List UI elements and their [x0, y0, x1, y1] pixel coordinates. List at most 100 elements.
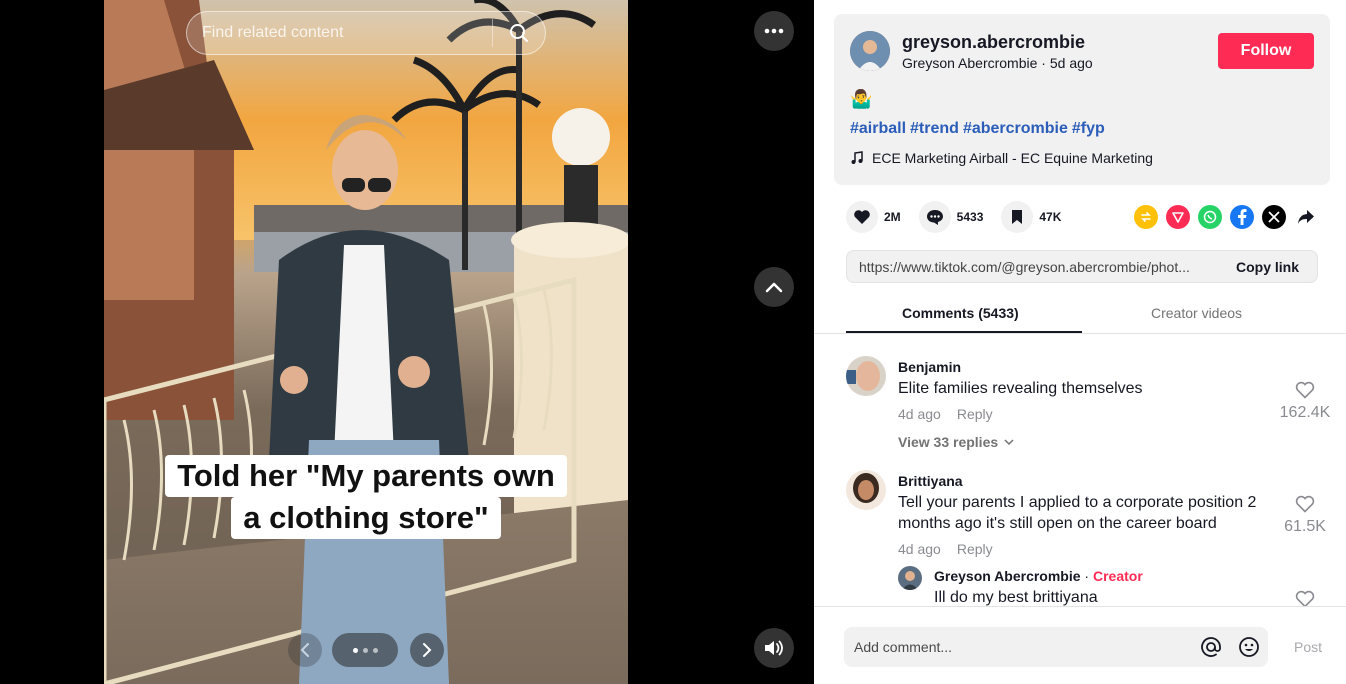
carousel-dot[interactable] — [362, 647, 368, 653]
reply-button[interactable]: Reply — [957, 541, 993, 557]
carousel-dot[interactable] — [352, 647, 358, 653]
heart-outline-icon — [1295, 381, 1315, 399]
commenter-avatar-image — [846, 356, 886, 396]
save-action[interactable]: 47K — [1001, 201, 1061, 233]
tab-comments[interactable]: Comments (5433) — [902, 305, 1019, 321]
emoji-icon — [1239, 637, 1259, 657]
share-row — [1134, 205, 1318, 229]
view-replies-button[interactable]: View 33 replies — [898, 434, 1014, 450]
post-photo[interactable] — [104, 0, 628, 684]
author-username[interactable]: greyson.abercrombie — [902, 32, 1085, 53]
repost-icon[interactable] — [1134, 205, 1158, 229]
comment-list[interactable]: Benjamin Elite families revealing themse… — [814, 335, 1346, 606]
reply-separator: · — [1080, 568, 1093, 584]
author-display-name: Greyson Abercrombie — [902, 55, 1038, 71]
comment-like-count: 162.4K — [1279, 404, 1331, 421]
commenter-avatar[interactable] — [846, 356, 886, 396]
copy-link-button[interactable]: Copy link — [1218, 259, 1317, 275]
heart-icon — [854, 210, 870, 224]
music-link[interactable]: ECE Marketing Airball - EC Equine Market… — [850, 150, 1153, 166]
reply-avatar-image — [898, 566, 922, 590]
tab-creator-videos[interactable]: Creator videos — [1151, 305, 1242, 321]
comment-text: Tell your parents I applied to a corpora… — [898, 494, 1257, 532]
whatsapp-glyph — [1203, 210, 1217, 224]
save-count: 47K — [1039, 210, 1062, 224]
chevron-left-icon — [300, 643, 309, 657]
hashtag-link[interactable]: #trend — [910, 120, 959, 137]
music-title: ECE Marketing Airball - EC Equine Market… — [872, 150, 1153, 166]
subline-separator: · — [1037, 55, 1050, 71]
heart-outline-icon — [1295, 590, 1315, 606]
like-count: 2M — [884, 210, 901, 224]
heart-outline-icon — [1295, 495, 1315, 513]
facebook-glyph — [1238, 209, 1247, 225]
comment-meta: 4d ago Reply — [898, 406, 993, 422]
comment-time: 4d ago — [898, 406, 941, 422]
more-options-button[interactable] — [754, 11, 794, 51]
author-avatar[interactable] — [850, 31, 890, 71]
search-bar[interactable]: Find related content — [186, 11, 546, 55]
tiktok-share-icon[interactable] — [1166, 205, 1190, 229]
search-input[interactable]: Find related content — [187, 24, 492, 42]
reply-button[interactable]: Reply — [957, 406, 993, 422]
comment-like[interactable]: 61.5K — [1276, 495, 1334, 536]
reply-avatar[interactable] — [898, 566, 922, 590]
caption-line-1: Told her "My parents own — [165, 455, 567, 497]
hashtag-link[interactable]: #abercrombie — [963, 120, 1068, 137]
carousel-dot[interactable] — [372, 647, 378, 653]
panel-tabs: Comments (5433) Creator videos — [814, 296, 1346, 334]
hashtag-link[interactable]: #fyp — [1072, 120, 1105, 137]
comment-count: 5433 — [956, 210, 984, 224]
share-arrow-glyph — [1298, 210, 1314, 224]
volume-icon — [765, 640, 783, 656]
share-link-box: https://www.tiktok.com/@greyson.abercrom… — [846, 250, 1318, 283]
x-icon[interactable] — [1262, 205, 1286, 229]
author-avatar-image — [850, 31, 890, 71]
photo-caption: Told her "My parents own a clothing stor… — [104, 455, 628, 539]
share-url[interactable]: https://www.tiktok.com/@greyson.abercrom… — [847, 259, 1218, 275]
emoji-button[interactable] — [1230, 636, 1268, 658]
x-glyph — [1268, 211, 1280, 223]
media-viewer: Find related content Told her "My parent… — [0, 0, 814, 684]
carousel-next-button[interactable] — [410, 633, 444, 667]
comment-author[interactable]: Brittiyana — [898, 473, 963, 489]
carousel-prev-button[interactable] — [288, 633, 322, 667]
volume-button[interactable] — [754, 628, 794, 668]
comment-text: Elite families revealing themselves — [898, 380, 1143, 397]
post-comment-button[interactable]: Post — [1294, 639, 1322, 655]
share-arrow-icon[interactable] — [1294, 205, 1318, 229]
comment-like[interactable]: 162.4K — [1276, 381, 1334, 422]
comment-author[interactable]: Benjamin — [898, 359, 961, 375]
comment-bubble-icon — [926, 209, 943, 225]
author-subline: Greyson Abercrombie · 5d ago — [902, 55, 1093, 71]
post-emoji: 🤷‍♂️ — [850, 89, 873, 109]
repost-glyph — [1141, 212, 1151, 222]
post-time: 5d ago — [1049, 55, 1093, 71]
like-action[interactable]: 2M — [846, 201, 901, 233]
whatsapp-icon[interactable] — [1198, 205, 1222, 229]
comment-input[interactable]: Add comment... — [844, 639, 1192, 655]
search-icon — [510, 24, 528, 42]
comment-input-box[interactable]: Add comment... — [844, 627, 1268, 667]
hashtags: #airball #trend #abercrombie #fyp — [850, 120, 1109, 138]
follow-button[interactable]: Follow — [1218, 33, 1314, 69]
previous-video-button[interactable] — [754, 267, 794, 307]
at-mention-icon — [1201, 637, 1221, 657]
caption-line-2: a clothing store" — [231, 497, 501, 539]
comment-button[interactable] — [918, 201, 951, 233]
reply-text: Ill do my best brittiyana — [934, 589, 1098, 606]
commenter-avatar[interactable] — [846, 470, 886, 510]
mention-button[interactable] — [1192, 636, 1230, 658]
comment-action[interactable]: 5433 — [918, 201, 984, 233]
like-button[interactable] — [846, 201, 878, 233]
search-button[interactable] — [493, 11, 545, 55]
chevron-up-icon — [765, 282, 783, 293]
bookmark-icon — [1012, 210, 1023, 224]
hashtag-link[interactable]: #airball — [850, 120, 906, 137]
engagement-bar: 2M 5433 47K — [846, 200, 1079, 234]
save-button[interactable] — [1001, 201, 1034, 233]
reply-author[interactable]: Greyson Abercrombie — [934, 568, 1081, 584]
facebook-icon[interactable] — [1230, 205, 1254, 229]
reply-like[interactable] — [1276, 590, 1334, 606]
music-note-icon — [851, 151, 863, 164]
